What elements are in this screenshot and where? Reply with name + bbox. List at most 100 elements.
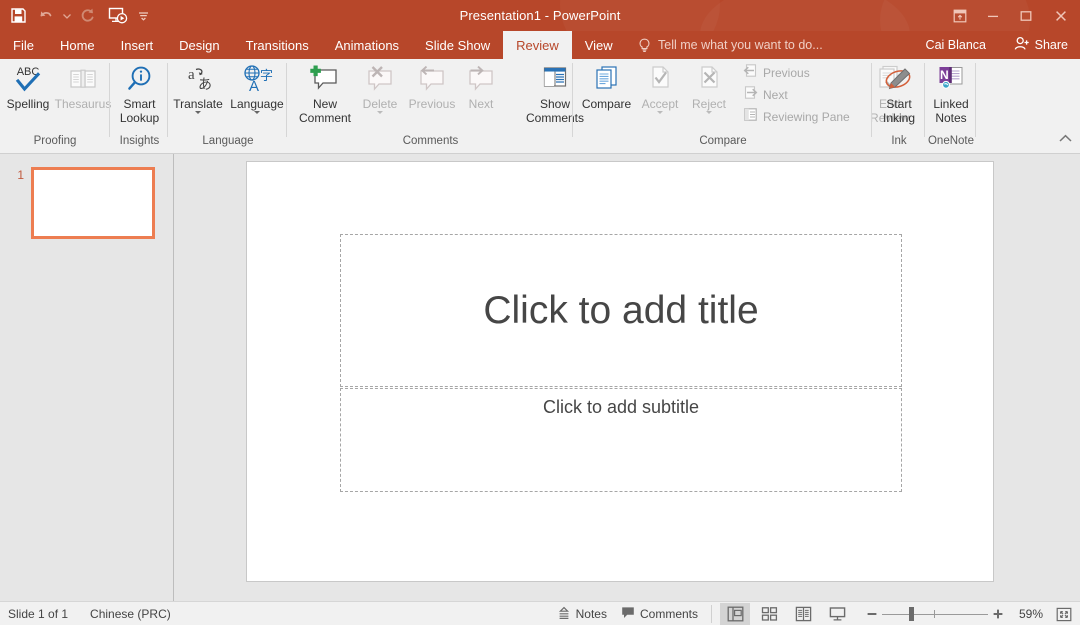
notes-button[interactable]: Notes bbox=[550, 603, 614, 625]
restore-icon[interactable] bbox=[1009, 0, 1042, 31]
previous-change-label: Previous bbox=[763, 66, 810, 80]
normal-view-button[interactable] bbox=[720, 603, 750, 625]
linked-notes-button[interactable]: N Linked Notes bbox=[926, 59, 976, 125]
chevron-down-icon[interactable] bbox=[706, 111, 712, 114]
group-label-onenote: OneNote bbox=[927, 135, 975, 147]
delete-comment-button[interactable]: Delete bbox=[356, 59, 404, 114]
previous-comment-icon bbox=[416, 63, 448, 95]
language-label[interactable]: Chinese (PRC) bbox=[90, 607, 171, 621]
tab-file[interactable]: File bbox=[0, 31, 47, 59]
reject-icon bbox=[694, 63, 724, 95]
comments-button[interactable]: Comments bbox=[614, 603, 705, 625]
group-label-language: Language bbox=[202, 135, 254, 147]
start-from-beginning-icon[interactable] bbox=[102, 3, 132, 29]
zoom-slider-handle[interactable] bbox=[909, 607, 914, 621]
slide-show-button[interactable] bbox=[822, 603, 852, 625]
translate-label: Translate bbox=[173, 97, 223, 111]
group-separator bbox=[286, 63, 287, 137]
subtitle-placeholder[interactable]: Click to add subtitle bbox=[340, 388, 902, 492]
tab-insert[interactable]: Insert bbox=[108, 31, 167, 59]
chevron-down-icon[interactable] bbox=[195, 111, 201, 114]
user-account[interactable]: Cai Blanca bbox=[926, 31, 986, 59]
save-icon[interactable] bbox=[4, 3, 32, 29]
tab-design[interactable]: Design bbox=[166, 31, 232, 59]
new-comment-button[interactable]: New Comment bbox=[294, 59, 356, 125]
customize-qat-icon[interactable] bbox=[132, 3, 154, 29]
abc-check-icon: ABC bbox=[11, 63, 45, 95]
ribbon-group-compare: Compare Accept Reject Previous Next Revi… bbox=[574, 59, 909, 152]
tab-slide-show[interactable]: Slide Show bbox=[412, 31, 503, 59]
lightbulb-icon bbox=[638, 37, 652, 53]
start-inking-button[interactable]: Start Inking bbox=[873, 59, 925, 125]
tab-view[interactable]: View bbox=[572, 31, 626, 59]
user-name: Cai Blanca bbox=[925, 38, 986, 52]
translate-button[interactable]: aあ Translate bbox=[169, 59, 227, 114]
close-icon[interactable] bbox=[1042, 0, 1080, 31]
share-button[interactable]: Share bbox=[1008, 31, 1074, 59]
smart-lookup-button[interactable]: Smart Lookup bbox=[111, 59, 168, 125]
next-comment-label: Next bbox=[468, 97, 494, 111]
language-globe-icon: A字 bbox=[239, 63, 275, 95]
reviewing-pane-button[interactable]: Reviewing Pane bbox=[739, 106, 854, 128]
svg-text:N: N bbox=[940, 68, 949, 82]
accept-icon bbox=[645, 63, 675, 95]
svg-text:あ: あ bbox=[198, 76, 212, 92]
zoom-slider[interactable] bbox=[882, 604, 988, 624]
language-button[interactable]: A字 Language bbox=[227, 59, 287, 114]
ribbon-group-comments: New Comment Delete Previous Next Show Co… bbox=[288, 59, 584, 152]
compare-small-buttons: Previous Next Reviewing Pane bbox=[739, 59, 854, 128]
svg-text:a: a bbox=[188, 67, 195, 83]
next-comment-button[interactable]: Next bbox=[460, 59, 502, 111]
thesaurus-button[interactable]: Thesaurus bbox=[55, 59, 111, 111]
magnifier-info-icon bbox=[125, 63, 155, 95]
next-comment-icon bbox=[465, 63, 497, 95]
zoom-out-button[interactable] bbox=[862, 604, 882, 624]
zoom-in-button[interactable] bbox=[988, 604, 1008, 624]
svg-text:字: 字 bbox=[260, 68, 273, 83]
tab-home[interactable]: Home bbox=[47, 31, 108, 59]
zoom-slider-midpoint bbox=[934, 610, 935, 618]
chevron-down-icon[interactable] bbox=[377, 111, 383, 114]
ribbon-display-options-icon[interactable] bbox=[943, 0, 976, 31]
svg-text:A: A bbox=[249, 78, 259, 94]
compare-label: Compare bbox=[581, 97, 632, 111]
accept-button[interactable]: Accept bbox=[635, 59, 685, 114]
collapse-ribbon-icon[interactable] bbox=[1056, 129, 1074, 147]
show-comments-icon bbox=[539, 63, 571, 95]
undo-icon[interactable] bbox=[32, 3, 60, 29]
redo-icon[interactable] bbox=[74, 3, 102, 29]
slide-thumbnail[interactable] bbox=[31, 167, 155, 239]
new-comment-label: New Comment bbox=[298, 97, 351, 125]
chevron-down-icon[interactable] bbox=[657, 111, 663, 114]
slide-sorter-view-button[interactable] bbox=[754, 603, 784, 625]
ribbon-tab-strip: File Home Insert Design Transitions Anim… bbox=[0, 31, 1080, 59]
fit-slide-to-window-button[interactable] bbox=[1052, 603, 1076, 625]
previous-comment-button[interactable]: Previous bbox=[404, 59, 460, 111]
undo-dropdown-icon[interactable] bbox=[60, 3, 74, 29]
share-person-icon bbox=[1014, 36, 1030, 54]
previous-change-button[interactable]: Previous bbox=[739, 62, 854, 84]
zoom-level-label[interactable]: 59% bbox=[1012, 607, 1050, 621]
group-label-comments: Comments bbox=[402, 135, 459, 147]
tab-animations[interactable]: Animations bbox=[322, 31, 412, 59]
slide-canvas[interactable]: Click to add title Click to add subtitle bbox=[246, 161, 994, 582]
minimize-icon[interactable] bbox=[976, 0, 1009, 31]
tab-review[interactable]: Review bbox=[503, 31, 572, 59]
slide-thumbnail-item[interactable]: 1 bbox=[8, 167, 155, 239]
linked-notes-label: Linked Notes bbox=[933, 97, 969, 125]
reading-view-button[interactable] bbox=[788, 603, 818, 625]
spelling-button[interactable]: ABC Spelling bbox=[0, 59, 56, 111]
title-placeholder[interactable]: Click to add title bbox=[340, 234, 902, 387]
reject-button[interactable]: Reject bbox=[685, 59, 733, 114]
tab-transitions[interactable]: Transitions bbox=[233, 31, 322, 59]
ribbon-group-language: aあ Translate A字 Language Language bbox=[169, 59, 287, 152]
accept-label: Accept bbox=[641, 97, 679, 111]
ribbon-group-insights: Smart Lookup Insights bbox=[111, 59, 168, 152]
powerpoint-window: Presentation1 - PowerPoint File Home Ins… bbox=[0, 0, 1080, 625]
slide-count-label[interactable]: Slide 1 of 1 bbox=[8, 607, 68, 621]
tell-me-search[interactable]: Tell me what you want to do... bbox=[638, 31, 833, 59]
title-bar-decoration bbox=[560, 0, 720, 31]
chevron-down-icon[interactable] bbox=[254, 111, 260, 114]
compare-button[interactable]: Compare bbox=[578, 59, 635, 111]
next-change-button[interactable]: Next bbox=[739, 84, 854, 106]
